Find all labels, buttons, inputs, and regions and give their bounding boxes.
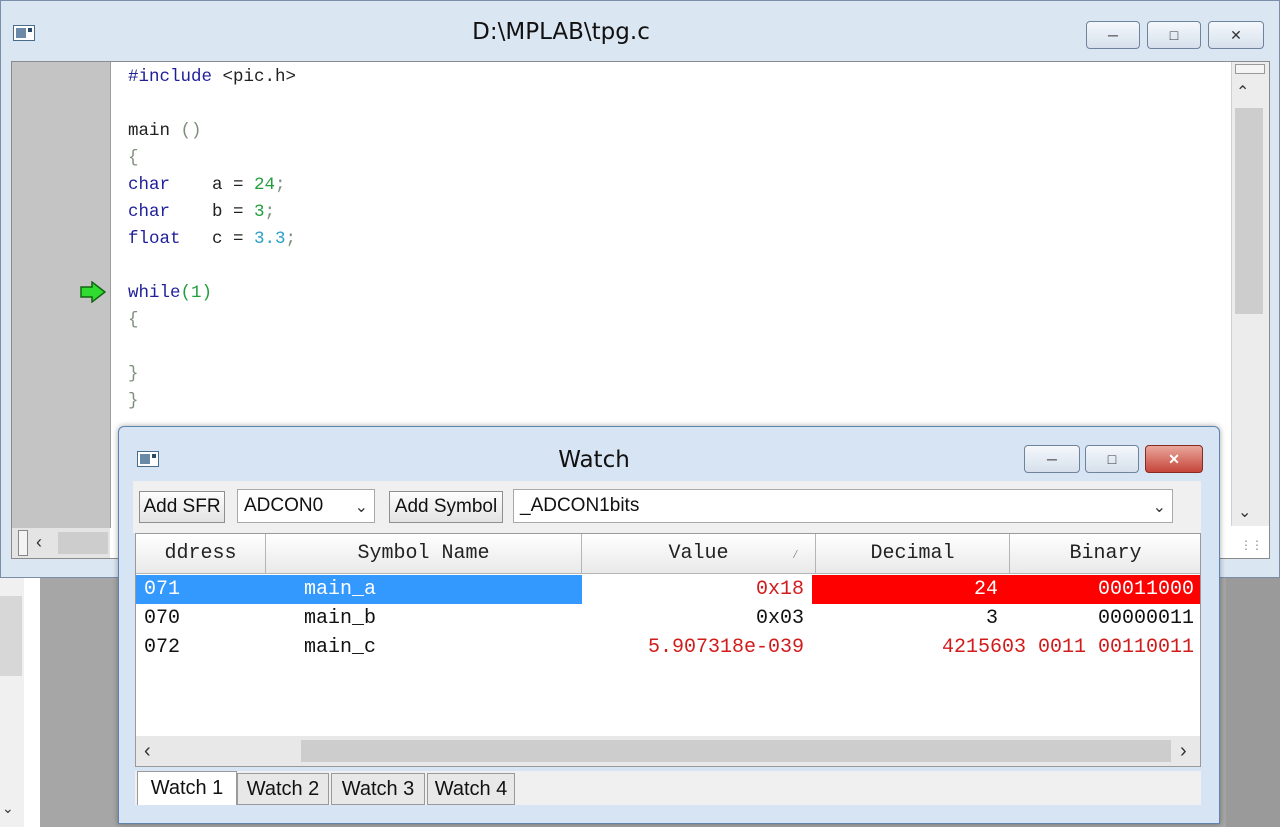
row-binary: 00000011: [1097, 607, 1194, 630]
row-symbol: main_c: [304, 636, 377, 659]
chevron-down-icon: ⌄: [1152, 499, 1166, 516]
row-value[interactable]: 0x18: [582, 575, 812, 604]
row-binary: 00011000: [1006, 575, 1200, 604]
watch-toolbar: Add SFR ADCON0 ⌄ Add Symbol _ADCON1bits …: [133, 481, 1201, 533]
sfr-select-value: ADCON0: [244, 495, 324, 516]
row-symbol: main_b: [304, 607, 377, 630]
window-menu-icon[interactable]: [13, 25, 35, 41]
background-scroll-thumb: [0, 596, 22, 676]
background-scroll-down-icon: ⌄: [2, 800, 14, 816]
sfr-select[interactable]: ADCON0 ⌄: [237, 489, 375, 523]
minimize-icon: ─: [1108, 27, 1118, 43]
watch-tabs: Watch 1 Watch 2 Watch 3 Watch 4: [135, 771, 1201, 805]
code-line-12: }: [128, 364, 139, 384]
green-arrow-icon: [80, 281, 106, 303]
row-decimal: 3: [985, 607, 998, 630]
tab-watch-1[interactable]: Watch 1: [137, 771, 237, 805]
row-address: 071: [144, 578, 181, 601]
code-line-7: float c = 3.3;: [128, 229, 297, 249]
code-line-5: char a = 24;: [128, 175, 286, 195]
column-header-value[interactable]: Value ⁄: [582, 534, 816, 574]
maximize-icon: □: [1107, 451, 1117, 467]
scroll-left-icon[interactable]: ‹: [36, 532, 42, 553]
column-header-binary[interactable]: Binary: [1010, 534, 1200, 574]
watch-window: Watch ─ □ ✕ Add SFR ADCON0 ⌄ Add Symbol …: [118, 426, 1220, 824]
resize-grip-icon[interactable]: ⋮⋮: [1240, 538, 1263, 552]
watch-close-button[interactable]: ✕: [1145, 445, 1203, 473]
code-line-1: #include <pic.h>: [128, 67, 297, 87]
row-value[interactable]: 0x03: [582, 604, 812, 633]
tab-watch-2[interactable]: Watch 2: [237, 773, 329, 805]
code-line-6: char b = 3;: [128, 202, 276, 222]
row-decimal-binary: 4215603 0011 00110011: [812, 633, 1200, 662]
add-symbol-button[interactable]: Add Symbol: [389, 491, 503, 523]
watch-title: Watch: [558, 447, 630, 473]
row-decimal: 24: [812, 575, 1006, 604]
scroll-up-icon[interactable]: ⌃: [1236, 82, 1249, 102]
chevron-down-icon: ⌄: [354, 499, 368, 516]
minimize-button[interactable]: ─: [1086, 21, 1140, 49]
column-header-address[interactable]: ddress: [136, 534, 266, 574]
editor-title: D:\MPLAB\tpg.c: [472, 19, 650, 45]
close-icon: ✕: [1230, 26, 1242, 43]
tab-watch-4[interactable]: Watch 4: [427, 773, 515, 805]
symbol-select[interactable]: _ADCON1bits ⌄: [513, 489, 1173, 523]
mdi-background-right: [1226, 578, 1280, 827]
code-line-10: {: [128, 310, 139, 330]
h-splitter-handle[interactable]: [18, 530, 28, 556]
column-header-decimal[interactable]: Decimal: [816, 534, 1010, 574]
code-line-9: while(1): [128, 283, 213, 303]
maximize-icon: □: [1169, 27, 1179, 43]
horizontal-scroll-thumb[interactable]: [58, 532, 108, 554]
watch-minimize-button[interactable]: ─: [1024, 445, 1080, 473]
background-panel-2: [24, 578, 41, 827]
scroll-down-icon[interactable]: ⌄: [1238, 502, 1251, 522]
scroll-right-icon[interactable]: ›: [1180, 740, 1187, 763]
scroll-left-icon[interactable]: ‹: [144, 740, 151, 763]
row-address: 070: [144, 607, 181, 630]
column-header-symbol-name[interactable]: Symbol Name: [266, 534, 582, 574]
column-header-value-label: Value: [668, 542, 729, 565]
row-value[interactable]: 5.907318e-039: [582, 633, 812, 662]
symbol-select-value: _ADCON1bits: [520, 495, 640, 516]
code-line-3: main (): [128, 121, 202, 141]
editor-titlebar[interactable]: D:\MPLAB\tpg.c ─ □ ✕: [1, 1, 1279, 59]
watch-horizontal-scroll-thumb[interactable]: [301, 740, 1171, 762]
code-line-13: }: [128, 391, 139, 411]
row-symbol: main_a: [304, 578, 377, 601]
row-binary: 0011 00110011: [1037, 636, 1194, 659]
vertical-scroll-thumb[interactable]: [1235, 108, 1263, 314]
close-icon: ✕: [1168, 450, 1180, 467]
tab-watch-3[interactable]: Watch 3: [331, 773, 425, 805]
watch-window-menu-icon[interactable]: [137, 451, 159, 467]
sort-icon: ⁄: [791, 548, 799, 562]
code-line-4: {: [128, 148, 139, 168]
minimize-icon: ─: [1047, 451, 1057, 467]
add-sfr-button[interactable]: Add SFR: [139, 491, 225, 523]
maximize-button[interactable]: □: [1147, 21, 1201, 49]
watch-maximize-button[interactable]: □: [1085, 445, 1139, 473]
splitter-handle[interactable]: [1235, 64, 1265, 74]
row-decimal: 4215603: [941, 636, 1026, 659]
row-address: 072: [144, 636, 181, 659]
watch-grid[interactable]: ddress Symbol Name Value ⁄ Decimal Binar…: [135, 533, 1201, 767]
close-button[interactable]: ✕: [1208, 21, 1264, 49]
